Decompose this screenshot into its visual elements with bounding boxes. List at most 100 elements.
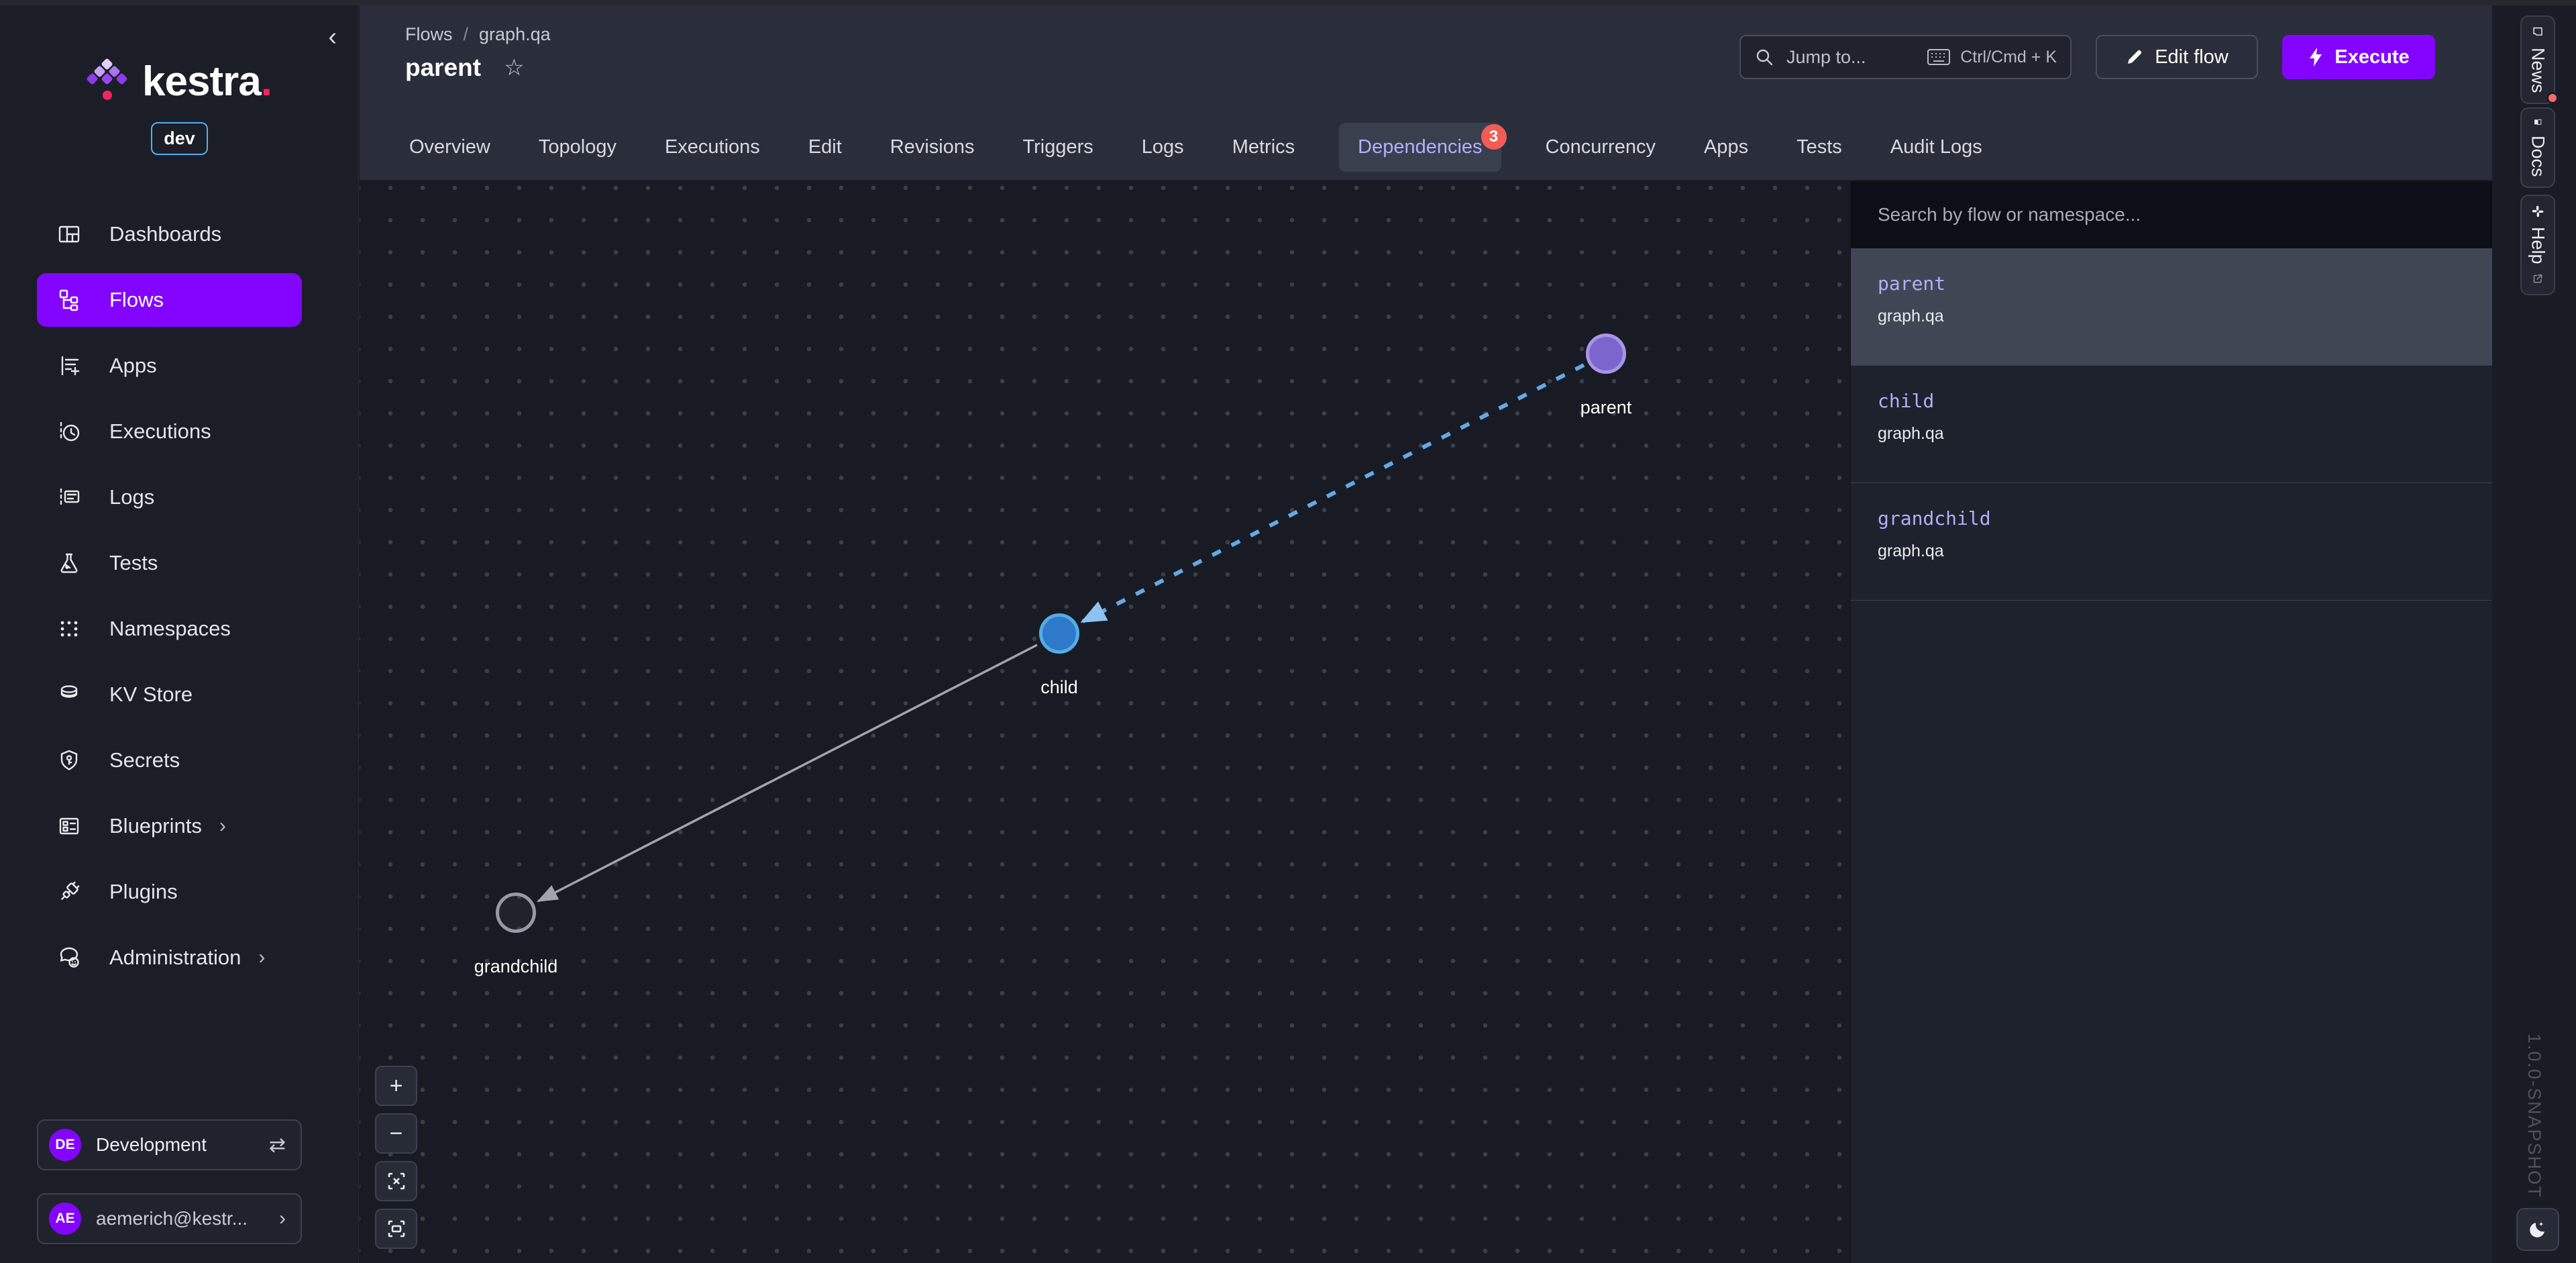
sidebar-item-apps[interactable]: Apps — [37, 333, 302, 399]
kestra-logo[interactable]: kestra. — [0, 58, 359, 105]
sidebar-item-label: Blueprints — [109, 814, 202, 838]
tab-dependencies[interactable]: Dependencies 3 — [1339, 123, 1501, 172]
news-label: News — [2528, 48, 2548, 93]
tab-executions[interactable]: Executions — [661, 123, 764, 172]
graph-node-label: grandchild — [435, 956, 596, 977]
help-button[interactable]: Help — [2520, 195, 2555, 295]
tab-revisions[interactable]: Revisions — [886, 123, 979, 172]
dependencies-search-bar[interactable] — [1851, 181, 2493, 248]
tab-topology[interactable]: Topology — [535, 123, 621, 172]
dependencies-search-input[interactable] — [1851, 204, 2493, 225]
sidebar-item-administration[interactable]: Administration › — [37, 925, 302, 991]
edge-parent-child — [1083, 365, 1584, 621]
flag-icon — [2528, 26, 2547, 38]
flow-list-item-child[interactable]: child graph.qa — [1851, 366, 2492, 483]
tab-overview[interactable]: Overview — [405, 123, 494, 172]
sidebar-item-plugins[interactable]: Plugins — [37, 859, 302, 925]
user-email: aemerich@kestr... — [96, 1208, 279, 1229]
flow-list-item-grandchild[interactable]: grandchild graph.qa — [1851, 483, 2492, 601]
chevron-right-icon: › — [258, 946, 265, 969]
sidebar-item-executions[interactable]: Executions — [37, 399, 302, 464]
tab-tests[interactable]: Tests — [1792, 123, 1846, 172]
zoom-out-button[interactable]: − — [375, 1113, 417, 1154]
flow-tabbar: Overview Topology Executions Edit Revisi… — [360, 114, 2492, 181]
tab-logs[interactable]: Logs — [1138, 123, 1188, 172]
external-link-icon — [2530, 273, 2546, 285]
news-button[interactable]: News — [2520, 15, 2555, 104]
sidebar-collapse-icon[interactable]: ‹ — [328, 24, 337, 50]
zoom-in-button[interactable]: + — [375, 1066, 417, 1106]
sidebar-item-flows[interactable]: Flows — [37, 273, 302, 327]
jump-to-search[interactable]: Jump to... Ctrl/Cmd + K — [1739, 35, 2072, 79]
sidebar-item-label: Administration — [109, 946, 241, 970]
sidebar-item-label: KV Store — [109, 683, 193, 707]
sidebar-item-logs[interactable]: Logs — [37, 464, 302, 530]
sidebar-nav: Dashboards Flows Apps Executions — [0, 201, 359, 991]
edit-flow-button[interactable]: Edit flow — [2096, 35, 2258, 79]
sidebar-item-tests[interactable]: Tests — [37, 530, 302, 596]
edge-child-grandchild — [538, 645, 1037, 901]
user-menu[interactable]: AE aemerich@kestr... › — [37, 1193, 302, 1244]
sidebar-item-secrets[interactable]: Secrets — [37, 727, 302, 793]
tab-triggers[interactable]: Triggers — [1019, 123, 1097, 172]
sidebar-item-label: Plugins — [109, 880, 178, 904]
tenant-name: Development — [96, 1134, 269, 1156]
favorite-star-icon[interactable]: ☆ — [504, 54, 524, 81]
chevron-right-icon: › — [219, 815, 226, 838]
search-icon — [1754, 47, 1774, 67]
slack-icon — [2529, 205, 2546, 217]
tab-audit-logs[interactable]: Audit Logs — [1886, 123, 1986, 172]
sidebar-item-label: Dashboards — [109, 222, 221, 246]
dashboards-icon — [57, 222, 81, 246]
sidebar-item-kv-store[interactable]: KV Store — [37, 662, 302, 727]
tab-edit[interactable]: Edit — [804, 123, 846, 172]
page-title: parent — [405, 54, 481, 82]
tab-metrics[interactable]: Metrics — [1228, 123, 1299, 172]
flow-namespace: graph.qa — [1878, 424, 2492, 444]
flow-name: grandchild — [1878, 507, 2492, 529]
sidebar-item-label: Secrets — [109, 748, 180, 772]
right-toolbar: News Docs Help 1.0.0-SNAPSHOT — [2492, 5, 2576, 1263]
dependencies-graph-canvas[interactable]: parent child grandchild + − — [360, 181, 1850, 1263]
docs-button[interactable]: Docs — [2520, 107, 2555, 188]
graph-node-label: child — [979, 677, 1140, 698]
graph-node-label: parent — [1525, 397, 1686, 418]
flow-list-item-parent[interactable]: parent graph.qa — [1851, 248, 2492, 366]
edit-flow-label: Edit flow — [2155, 46, 2229, 68]
graph-node-child[interactable] — [1039, 613, 1079, 654]
plugins-icon — [57, 880, 81, 904]
graph-node-grandchild[interactable] — [496, 893, 536, 933]
kestra-app: ‹ kestra. dev Dashboards — [0, 0, 2576, 1263]
sidebar: ‹ kestra. dev Dashboards — [0, 0, 359, 1263]
sidebar-item-namespaces[interactable]: Namespaces — [37, 596, 302, 662]
switch-tenant-icon[interactable]: ⇄ — [269, 1133, 286, 1157]
tab-concurrency[interactable]: Concurrency — [1542, 123, 1660, 172]
tab-apps[interactable]: Apps — [1700, 123, 1752, 172]
breadcrumb-namespace[interactable]: graph.qa — [479, 24, 551, 45]
blueprints-icon — [57, 814, 81, 838]
tenant-switcher[interactable]: DE Development ⇄ — [37, 1119, 302, 1170]
help-label: Help — [2528, 227, 2548, 264]
theme-toggle-button[interactable] — [2516, 1208, 2559, 1251]
breadcrumb-flows[interactable]: Flows — [405, 24, 453, 45]
graph-node-parent[interactable] — [1586, 334, 1626, 374]
flow-name: child — [1878, 390, 2492, 412]
executions-icon — [57, 419, 81, 444]
fit-view-button[interactable] — [375, 1209, 417, 1249]
sidebar-item-dashboards[interactable]: Dashboards — [37, 201, 302, 267]
flow-namespace: graph.qa — [1878, 307, 2492, 326]
book-icon — [2528, 118, 2547, 126]
kestra-logo-icon — [87, 58, 127, 105]
sidebar-item-blueprints[interactable]: Blueprints › — [37, 793, 302, 859]
secrets-icon — [57, 748, 81, 772]
jump-to-shortcut: Ctrl/Cmd + K — [1960, 48, 2057, 67]
sidebar-item-label: Apps — [109, 354, 157, 378]
dependencies-panel: parent graph.qa child graph.qa grandchil… — [1850, 181, 2492, 1263]
fit-selection-button[interactable] — [375, 1161, 417, 1201]
sidebar-item-label: Tests — [109, 551, 158, 575]
execute-button[interactable]: Execute — [2282, 35, 2435, 79]
kv-store-icon — [57, 683, 81, 707]
graph-edges — [360, 181, 1850, 1263]
news-notification-dot — [2546, 92, 2559, 104]
moon-stars-icon — [2526, 1218, 2549, 1241]
